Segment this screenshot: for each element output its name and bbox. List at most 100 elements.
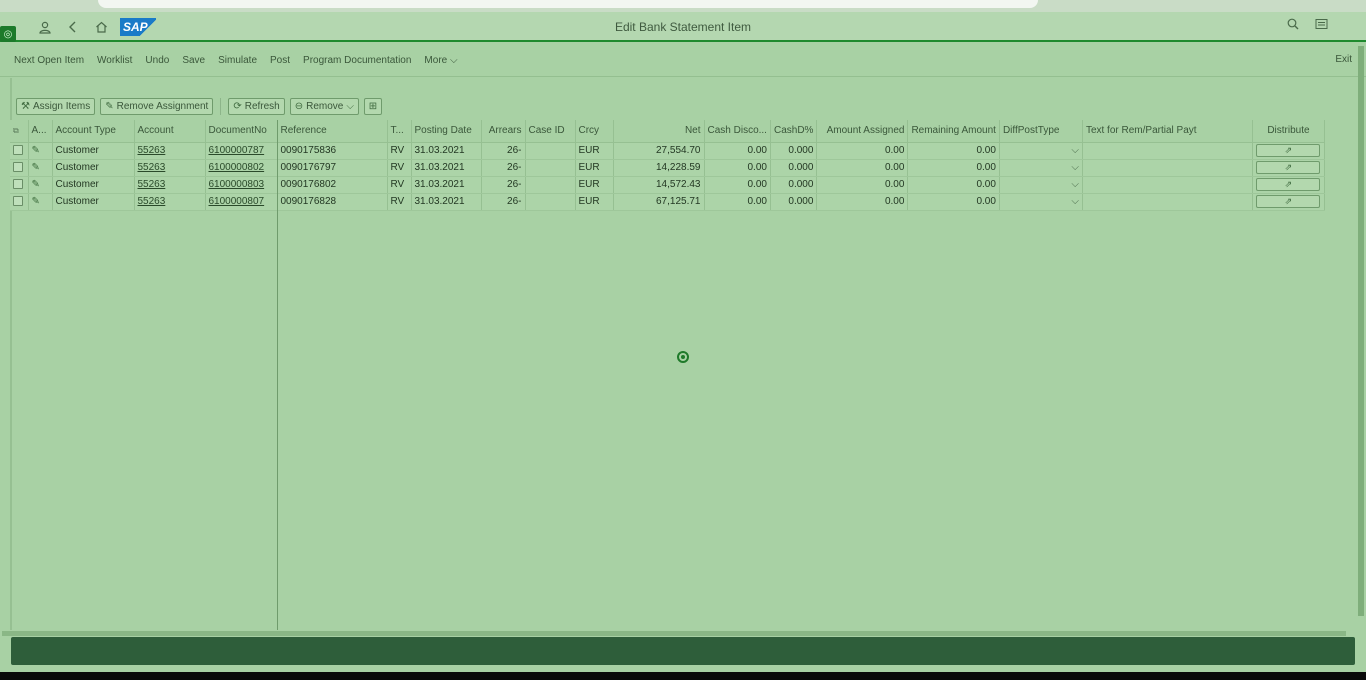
exit-button[interactable]: Exit: [1335, 54, 1352, 65]
column-header-cash-discount[interactable]: Cash Disco...: [704, 120, 771, 143]
distribute-button[interactable]: ⇗: [1256, 195, 1321, 208]
column-header-diff-post-type[interactable]: DiffPostType: [999, 120, 1083, 143]
distribute-button[interactable]: ⇗: [1256, 161, 1321, 174]
table-row[interactable]: ✎ Customer 55263 6100000787 0090175836 R…: [10, 142, 1325, 160]
column-header-case-id[interactable]: Case ID: [525, 120, 576, 143]
column-header-arrears[interactable]: Arrears: [481, 120, 526, 143]
account-link[interactable]: 55263: [138, 196, 166, 207]
column-header-posting-date[interactable]: Posting Date: [411, 120, 482, 143]
table-row[interactable]: ✎ Customer 55263 6100000802 0090176797 R…: [10, 159, 1325, 177]
menu-icon[interactable]: [1315, 18, 1328, 33]
user-icon[interactable]: [34, 16, 56, 38]
row-select-checkbox[interactable]: [10, 193, 29, 211]
select-all-header[interactable]: ⧉: [10, 120, 29, 143]
text-cell[interactable]: [1082, 159, 1253, 177]
remove-button[interactable]: ⊖ Remove ⌵: [289, 98, 359, 115]
browser-address-bar[interactable]: [98, 0, 1038, 8]
account-link[interactable]: 55263: [138, 145, 166, 156]
document-no-cell[interactable]: 6100000802: [205, 159, 278, 177]
worklist-button[interactable]: Worklist: [97, 55, 132, 66]
distribute-icon: ⇗: [1284, 179, 1293, 189]
table-row[interactable]: ✎ Customer 55263 6100000803 0090176802 R…: [10, 176, 1325, 194]
column-settings-button[interactable]: ⊞: [363, 98, 382, 115]
posting-date-cell: 31.03.2021: [411, 176, 482, 194]
pencil-icon[interactable]: ✎: [32, 196, 40, 207]
column-header-document-no[interactable]: DocumentNo: [205, 120, 278, 143]
checkbox[interactable]: [13, 145, 23, 156]
arrears-cell: 26-: [481, 159, 526, 177]
currency-cell: EUR: [575, 193, 614, 211]
column-header-currency[interactable]: Crcy: [575, 120, 614, 143]
shell-bar: ◎ SAP Edit Bank Statement Item: [0, 12, 1366, 42]
pencil-icon[interactable]: ✎: [32, 179, 40, 190]
next-open-item-button[interactable]: Next Open Item: [14, 55, 84, 66]
row-select-checkbox[interactable]: [10, 176, 29, 194]
column-header-reference[interactable]: Reference: [277, 120, 388, 143]
column-header-type[interactable]: T...: [387, 120, 412, 143]
back-icon[interactable]: [62, 16, 84, 38]
row-select-checkbox[interactable]: [10, 142, 29, 160]
remove-assignment-button[interactable]: ✎ Remove Assignment: [100, 98, 214, 115]
document-no-cell[interactable]: 6100000803: [205, 176, 278, 194]
pencil-icon[interactable]: ✎: [32, 162, 40, 173]
checkbox[interactable]: [13, 162, 23, 173]
undo-button[interactable]: Undo: [145, 55, 169, 66]
text-cell[interactable]: [1082, 176, 1253, 194]
assign-items-button[interactable]: ⚒ Assign Items: [16, 98, 96, 115]
account-cell[interactable]: 55263: [134, 159, 206, 177]
column-header-amount-assigned[interactable]: Amount Assigned: [816, 120, 909, 143]
account-cell[interactable]: 55263: [134, 176, 206, 194]
focus-crosshair-icon: [677, 351, 689, 363]
document-no-link[interactable]: 6100000787: [209, 145, 265, 156]
edit-cell[interactable]: ✎: [28, 176, 53, 194]
home-icon[interactable]: [90, 16, 112, 38]
column-header-distribute[interactable]: Distribute: [1252, 120, 1325, 143]
sap-logo[interactable]: SAP: [120, 18, 156, 36]
column-header-cash-discount-pct[interactable]: CashD%: [770, 120, 818, 143]
document-no-link[interactable]: 6100000802: [209, 162, 265, 173]
column-header-net[interactable]: Net: [613, 120, 705, 143]
row-select-checkbox[interactable]: [10, 159, 29, 177]
refresh-button[interactable]: ⟳ Refresh: [228, 98, 285, 115]
column-header-account[interactable]: Account: [134, 120, 206, 143]
text-cell[interactable]: [1082, 193, 1253, 211]
save-button[interactable]: Save: [182, 55, 205, 66]
text-cell[interactable]: [1082, 142, 1253, 160]
edit-cell[interactable]: ✎: [28, 159, 53, 177]
fixed-column-divider[interactable]: [277, 120, 278, 630]
document-no-cell[interactable]: 6100000787: [205, 142, 278, 160]
account-cell[interactable]: 55263: [134, 193, 206, 211]
pencil-icon[interactable]: ✎: [32, 145, 40, 156]
column-header-remaining-amount[interactable]: Remaining Amount: [907, 120, 1000, 143]
type-cell: RV: [387, 176, 412, 194]
account-link[interactable]: 55263: [138, 162, 166, 173]
edit-cell[interactable]: ✎: [28, 193, 53, 211]
diff-post-type-select[interactable]: ⌵: [999, 142, 1083, 160]
document-no-cell[interactable]: 6100000807: [205, 193, 278, 211]
search-icon[interactable]: [1287, 18, 1299, 33]
vertical-scrollbar[interactable]: [1358, 46, 1364, 616]
simulate-button[interactable]: Simulate: [218, 55, 257, 66]
edit-cell[interactable]: ✎: [28, 142, 53, 160]
column-header-account-type[interactable]: Account Type: [52, 120, 135, 143]
distribute-icon: ⇗: [1284, 162, 1293, 172]
account-link[interactable]: 55263: [138, 179, 166, 190]
table-row[interactable]: ✎ Customer 55263 6100000807 0090176828 R…: [10, 193, 1325, 211]
column-header-text[interactable]: Text for Rem/Partial Payt: [1082, 120, 1253, 143]
column-header-action[interactable]: A...: [28, 120, 53, 143]
horizontal-scrollbar[interactable]: [2, 631, 1346, 636]
checkbox[interactable]: [13, 179, 23, 190]
document-no-link[interactable]: 6100000807: [209, 196, 265, 207]
distribute-button[interactable]: ⇗: [1256, 144, 1321, 157]
diff-post-type-select[interactable]: ⌵: [999, 176, 1083, 194]
diff-post-type-select[interactable]: ⌵: [999, 193, 1083, 211]
diff-post-type-select[interactable]: ⌵: [999, 159, 1083, 177]
account-cell[interactable]: 55263: [134, 142, 206, 160]
distribute-button[interactable]: ⇗: [1256, 178, 1321, 191]
bank-statement-items-table: ⧉ A... Account Type Account DocumentNo R…: [10, 120, 1325, 211]
more-menu-button[interactable]: More ⌵: [424, 55, 457, 66]
program-documentation-button[interactable]: Program Documentation: [303, 55, 411, 66]
post-button[interactable]: Post: [270, 55, 290, 66]
checkbox[interactable]: [13, 196, 23, 207]
document-no-link[interactable]: 6100000803: [209, 179, 265, 190]
